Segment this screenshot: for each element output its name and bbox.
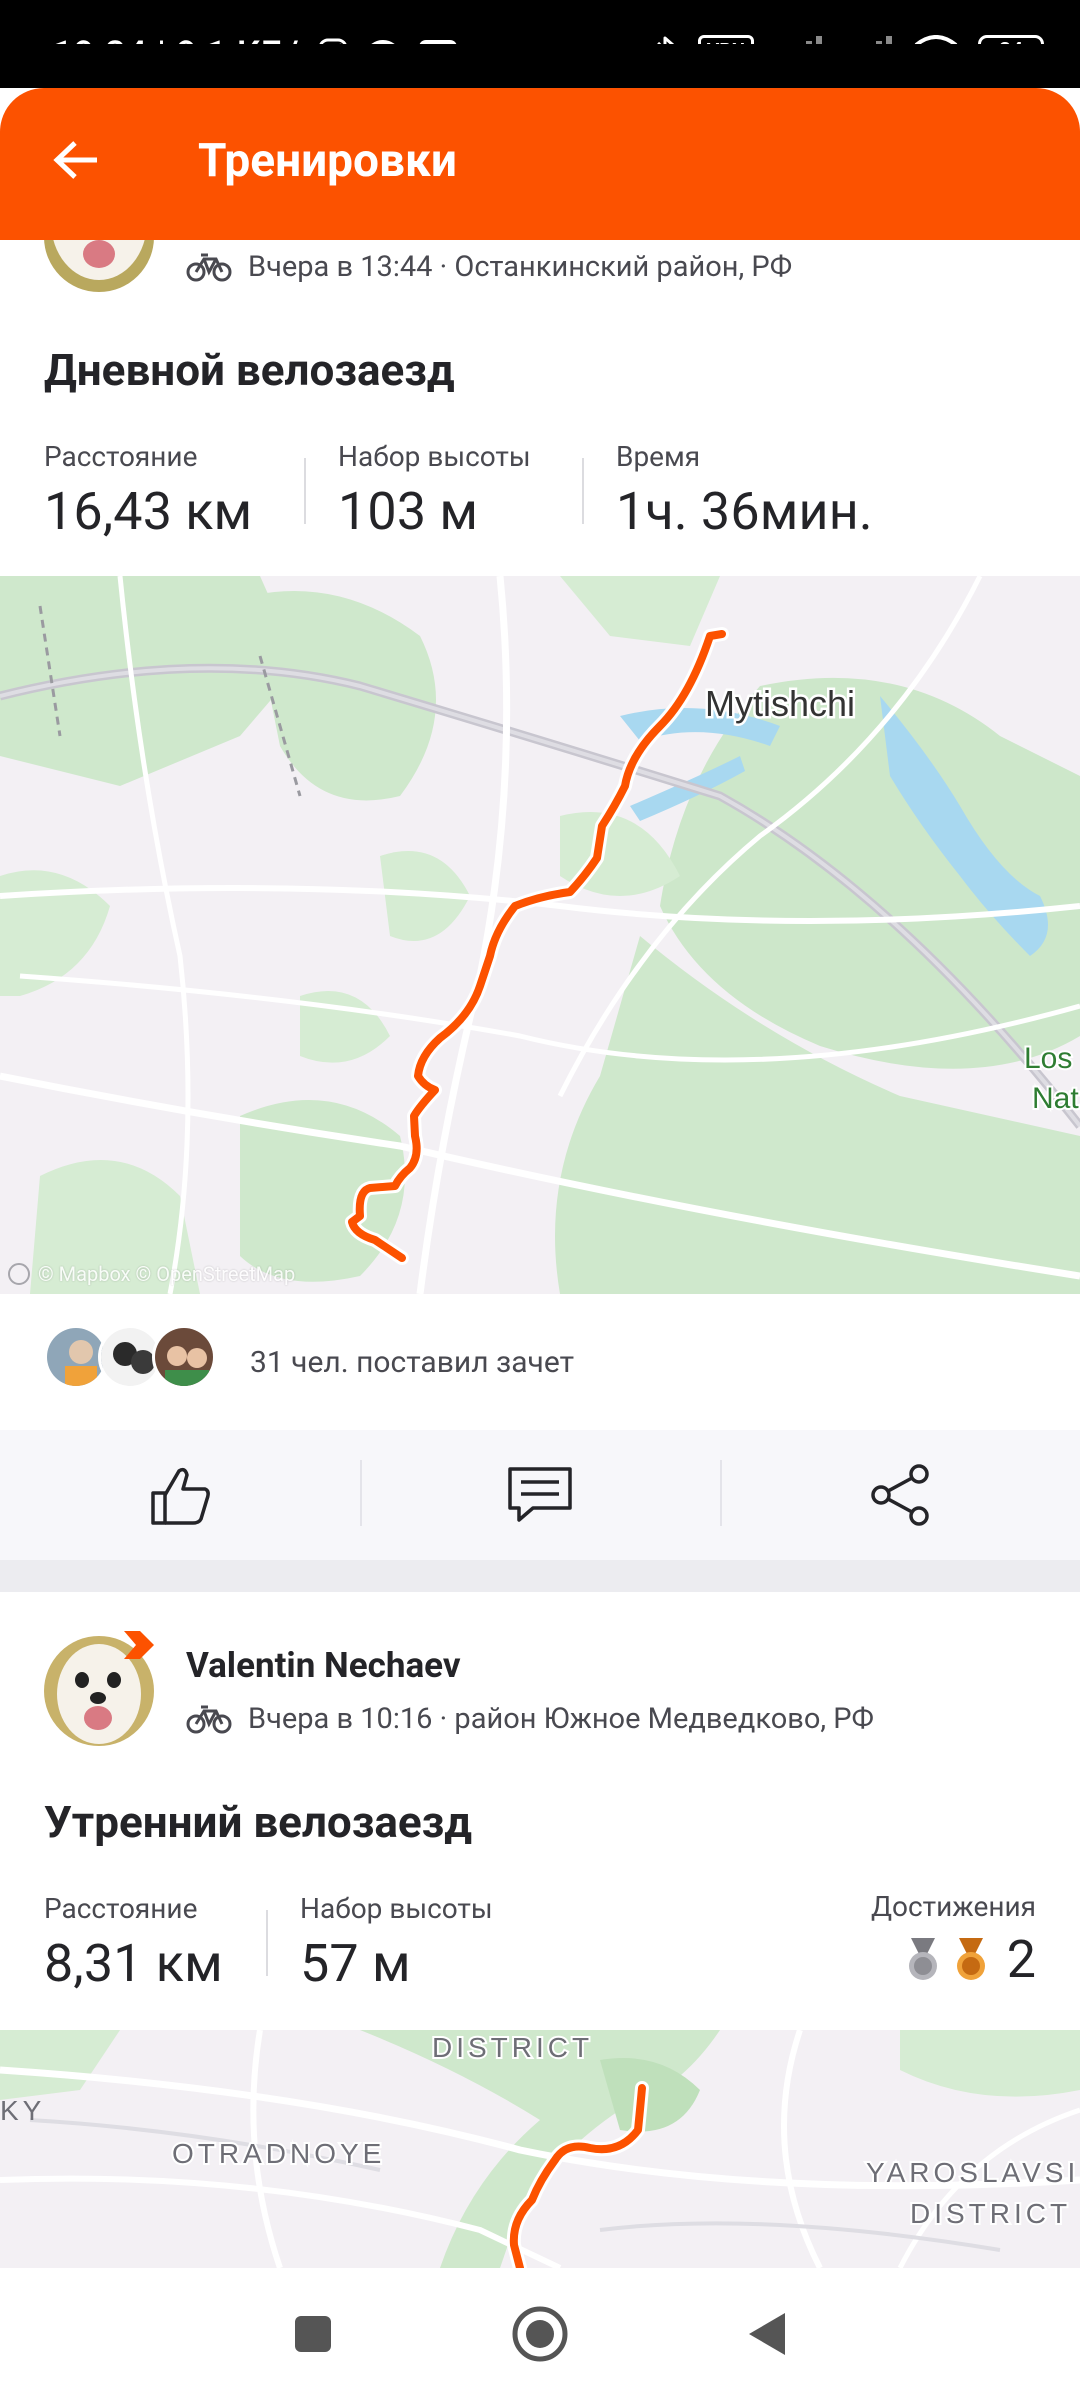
activity-title[interactable]: Утренний велозаезд	[44, 1796, 472, 1848]
activity-meta-text: Вчера в 10:16 · район Южное Медведково, …	[248, 1702, 874, 1736]
stat-value: 16,43 км	[44, 481, 253, 542]
stat-label: Расстояние	[44, 1892, 198, 1925]
bike-icon	[186, 1705, 232, 1734]
stat-value: 1ч. 36мин.	[616, 481, 873, 542]
comment-button[interactable]	[360, 1430, 720, 1560]
achievements: Достижения 2	[871, 1890, 1036, 1990]
stat-divider	[582, 458, 584, 524]
map-label-otradnoye: OTRADNOYE	[172, 2138, 385, 2169]
map-label-nat: Nat	[1032, 1082, 1079, 1115]
activity-meta: Вчера в 13:44 · Останкинский район, РФ	[186, 250, 792, 284]
stat-label: Время	[616, 440, 701, 473]
achievements-count: 2	[1006, 1929, 1036, 1990]
stat-value: 8,31 км	[44, 1933, 223, 1994]
bronze-medal-icon	[956, 1937, 985, 1980]
stat-distance: Расстояние 8,31 км	[44, 1892, 223, 1994]
map-attribution-text: © Mapbox © OpenStreetMap	[38, 1262, 296, 1286]
stat-distance: Расстояние 16,43 км	[44, 440, 252, 542]
athlete-name[interactable]: Valentin Nechaev	[186, 1645, 461, 1686]
subscriber-badge-icon	[124, 1631, 154, 1659]
back-nav-button[interactable]	[727, 2294, 807, 2374]
stat-time: Время 1ч. 36мин.	[616, 440, 873, 542]
info-icon	[8, 1263, 30, 1285]
home-button[interactable]	[500, 2294, 580, 2374]
map-tiles: DISTRICT KY OTRADNOYE YAROSLAVSI DISTRIC…	[0, 2030, 1080, 2268]
map-label-los: Los	[1024, 1042, 1072, 1075]
map-label-ky: KY	[0, 2095, 45, 2126]
avatar-image	[155, 1328, 213, 1386]
stat-elevation: Набор высоты 57 м	[300, 1892, 493, 1994]
map-tiles: Mytishchi Los Nat	[0, 576, 1080, 1294]
achievements-label: Достижения	[870, 1890, 1036, 1923]
app-header: Тренировки	[0, 44, 1080, 240]
activity-title[interactable]: Дневной велозаезд	[44, 344, 455, 396]
square-icon	[295, 2316, 332, 2352]
stat-value: 103 м	[338, 481, 479, 542]
stat-elevation: Набор высоты 103 м	[338, 440, 531, 542]
page-title: Тренировки	[198, 134, 457, 188]
stat-label: Набор высоты	[338, 440, 531, 473]
kudo-avatar	[152, 1325, 216, 1389]
kudos-text[interactable]: 31 чел. поставил зачет	[250, 1345, 574, 1380]
stat-label: Расстояние	[44, 440, 198, 473]
activity-map[interactable]: Mytishchi Los Nat © Mapbox © OpenStreetM…	[0, 576, 1080, 1294]
activity-meta: Вчера в 10:16 · район Южное Медведково, …	[186, 1702, 874, 1736]
achievements-row: 2	[871, 1929, 1036, 1990]
map-label-yaroslavsky: YAROSLAVSI	[866, 2157, 1079, 2188]
triangle-back-icon	[748, 2313, 785, 2355]
recents-button[interactable]	[273, 2294, 353, 2374]
map-label-district-top: DISTRICT	[432, 2032, 593, 2063]
activity-meta-text: Вчера в 13:44 · Останкинский район, РФ	[248, 250, 793, 284]
share-icon	[871, 1464, 929, 1526]
card-separator	[0, 1560, 1080, 1592]
map-label-mytishchi: Mytishchi	[705, 683, 855, 724]
arrow-left-icon	[53, 141, 97, 179]
bike-icon	[186, 253, 232, 282]
home-circle-icon	[512, 2306, 568, 2362]
thumbs-up-icon	[151, 1467, 210, 1525]
action-bar	[0, 1430, 1080, 1560]
back-button[interactable]	[46, 130, 106, 190]
system-nav-bar	[0, 2268, 1080, 2400]
stat-value: 57 м	[300, 1933, 411, 1994]
share-button[interactable]	[720, 1430, 1080, 1560]
stat-divider	[266, 1910, 268, 1976]
stat-label: Набор высоты	[300, 1892, 493, 1925]
map-label-district: DISTRICT	[910, 2198, 1071, 2229]
activity-map[interactable]: DISTRICT KY OTRADNOYE YAROSLAVSI DISTRIC…	[0, 2030, 1080, 2268]
kudos-button[interactable]	[0, 1430, 360, 1560]
silver-medal-icon	[908, 1937, 937, 1980]
map-attribution[interactable]: © Mapbox © OpenStreetMap	[8, 1262, 295, 1286]
comment-icon	[508, 1467, 572, 1522]
kudos-avatars[interactable]	[44, 1325, 216, 1389]
stat-divider	[304, 458, 306, 524]
